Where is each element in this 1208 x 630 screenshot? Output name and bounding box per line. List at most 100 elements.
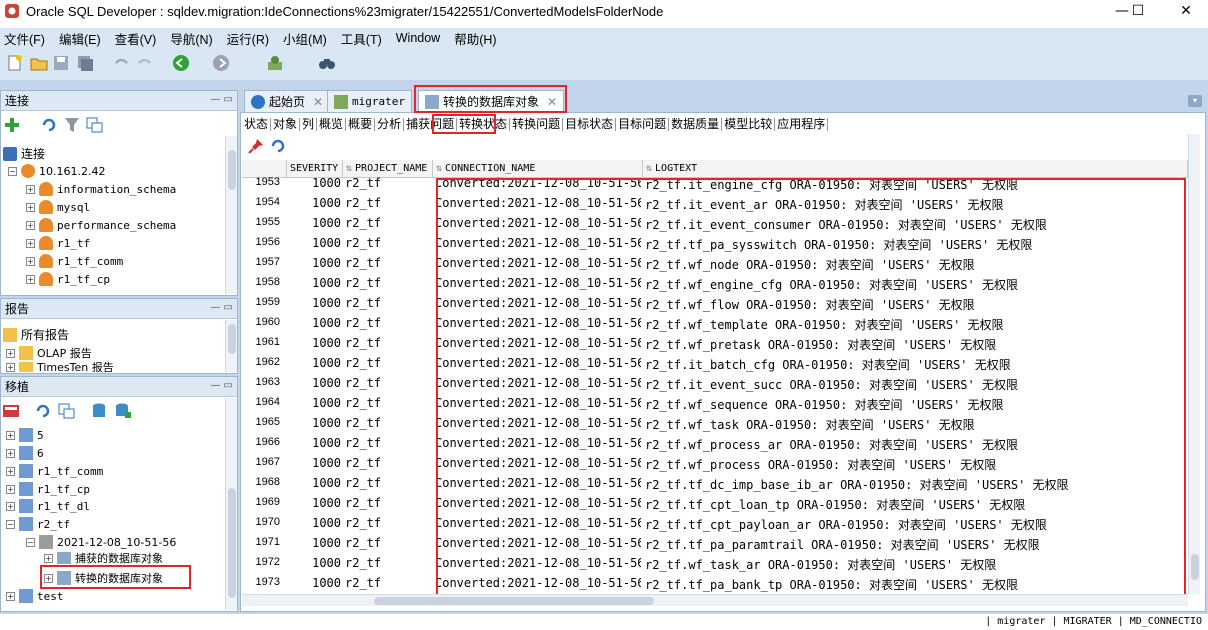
maximize-button[interactable]: ☐ xyxy=(1116,0,1160,22)
project-name-cell[interactable]: r2_tf xyxy=(345,336,431,350)
expand-icon[interactable]: + xyxy=(6,362,15,372)
expand-icon[interactable]: + xyxy=(44,553,53,563)
severity-cell[interactable]: 1000 xyxy=(287,396,341,410)
refresh-icon[interactable] xyxy=(40,116,58,134)
menu-view[interactable]: 查看(V) xyxy=(115,29,157,48)
migration-repo-icon[interactable] xyxy=(2,402,20,420)
severity-cell[interactable]: 1000 xyxy=(287,296,341,310)
row-number-cell[interactable]: 1961 xyxy=(242,336,284,348)
expand-icon[interactable]: + xyxy=(6,348,15,358)
subtab-columns[interactable]: 列 xyxy=(300,117,318,131)
scroll-thumb[interactable] xyxy=(374,597,654,605)
subtab-convert-issues[interactable]: 转换问题 xyxy=(510,117,564,131)
subtab-target-issues[interactable]: 目标问题 xyxy=(616,117,670,131)
subtab-target-status[interactable]: 目标状态 xyxy=(563,117,617,131)
severity-cell[interactable]: 1000 xyxy=(287,176,341,190)
panel-controls-icon[interactable]: — ▭ xyxy=(210,94,233,105)
project-name-cell[interactable]: r2_tf xyxy=(345,256,431,270)
subtab-objects[interactable]: 对象 xyxy=(271,117,301,131)
close-tab-icon[interactable]: ✕ xyxy=(313,95,323,109)
row-number-cell[interactable]: 1967 xyxy=(242,456,284,468)
new-icon[interactable] xyxy=(6,54,24,72)
menu-window[interactable]: Window xyxy=(396,31,440,45)
project-name-cell[interactable]: r2_tf xyxy=(345,236,431,250)
expand-icon[interactable]: + xyxy=(6,448,15,458)
migration-project[interactable]: + test xyxy=(6,589,64,603)
panel-controls-icon[interactable]: — ▭ xyxy=(210,380,233,391)
connections-root[interactable]: 连接 xyxy=(3,145,45,162)
sql-worksheet-icon[interactable] xyxy=(266,54,284,72)
expand-icon[interactable]: + xyxy=(26,238,35,248)
migration-project[interactable]: + r1_tf_dl xyxy=(6,499,90,513)
pin-icon[interactable] xyxy=(248,138,264,154)
row-number-cell[interactable]: 1971 xyxy=(242,536,284,548)
timesten-reports[interactable]: + TimesTen 报告 xyxy=(6,362,114,372)
migration-scrollbar[interactable] xyxy=(225,398,237,610)
project-name-cell[interactable]: r2_tf xyxy=(345,276,431,290)
schema-item[interactable]: + information_schema xyxy=(26,182,176,196)
severity-cell[interactable]: 1000 xyxy=(287,356,341,370)
subtab-summary[interactable]: 概要 xyxy=(346,117,376,131)
row-number-cell[interactable]: 1964 xyxy=(242,396,284,408)
menu-edit[interactable]: 编辑(E) xyxy=(59,29,101,48)
migration-project[interactable]: +6 xyxy=(6,446,44,460)
scroll-thumb[interactable] xyxy=(228,488,236,598)
severity-cell[interactable]: 1000 xyxy=(287,556,341,570)
subtab-model-compare[interactable]: 模型比较 xyxy=(722,117,776,131)
add-database-icon[interactable] xyxy=(114,402,132,420)
project-name-cell[interactable]: r2_tf xyxy=(345,396,431,410)
captured-objects[interactable]: + 捕获的数据库对象 xyxy=(44,552,163,564)
close-button[interactable]: ✕ xyxy=(1164,0,1208,22)
project-name-cell[interactable]: r2_tf xyxy=(345,216,431,230)
project-name-cell[interactable]: r2_tf xyxy=(345,316,431,330)
project-name-cell[interactable]: r2_tf xyxy=(345,436,431,450)
scroll-thumb[interactable] xyxy=(228,324,236,354)
grid-horizontal-scrollbar[interactable] xyxy=(242,594,1188,606)
row-number-cell[interactable]: 1973 xyxy=(242,576,284,588)
subtab-data-quality[interactable]: 数据质量 xyxy=(669,117,723,131)
expand-icon[interactable]: + xyxy=(6,484,15,494)
project-name-cell[interactable]: r2_tf xyxy=(345,536,431,550)
schema-browser-icon[interactable] xyxy=(86,116,104,134)
scroll-thumb[interactable] xyxy=(1191,554,1199,580)
project-name-cell[interactable]: r2_tf xyxy=(345,296,431,310)
migration-project[interactable]: − r2_tf xyxy=(6,517,70,531)
migration-project[interactable]: + r1_tf_comm xyxy=(6,464,103,478)
migration-run[interactable]: −2021-12-08_10-51-56 xyxy=(26,535,176,549)
database-icon[interactable] xyxy=(90,402,108,420)
collapse-icon[interactable]: − xyxy=(6,519,15,529)
collapse-icon[interactable]: − xyxy=(26,537,35,547)
severity-cell[interactable]: 1000 xyxy=(287,456,341,470)
schema-item[interactable]: + r1_tf xyxy=(26,236,90,250)
severity-cell[interactable]: 1000 xyxy=(287,536,341,550)
project-name-cell[interactable]: r2_tf xyxy=(345,576,431,590)
migration-project[interactable]: + r1_tf_cp xyxy=(6,482,90,496)
project-name-cell[interactable]: r2_tf xyxy=(345,516,431,530)
connection-host[interactable]: − 10.161.2.42 xyxy=(8,164,105,178)
back-icon[interactable] xyxy=(172,54,190,72)
open-folder-icon[interactable] xyxy=(30,54,48,72)
row-number-cell[interactable]: 1969 xyxy=(242,496,284,508)
severity-cell[interactable]: 1000 xyxy=(287,336,341,350)
binoculars-icon[interactable] xyxy=(318,54,336,72)
severity-cell[interactable]: 1000 xyxy=(287,476,341,490)
severity-cell[interactable]: 1000 xyxy=(287,216,341,230)
expand-icon[interactable]: + xyxy=(26,256,35,266)
row-number-cell[interactable]: 1956 xyxy=(242,236,284,248)
add-connection-icon[interactable] xyxy=(3,116,21,134)
undo-icon[interactable] xyxy=(112,54,130,72)
subtab-status[interactable]: 状态 xyxy=(242,117,272,131)
severity-cell[interactable]: 1000 xyxy=(287,576,341,590)
severity-cell[interactable]: 1000 xyxy=(287,436,341,450)
olap-reports[interactable]: + OLAP 报告 xyxy=(6,345,92,361)
menu-navigate[interactable]: 导航(N) xyxy=(170,29,212,48)
severity-cell[interactable]: 1000 xyxy=(287,516,341,530)
row-number-cell[interactable]: 1957 xyxy=(242,256,284,268)
row-number-cell[interactable]: 1972 xyxy=(242,556,284,568)
expand-icon[interactable]: + xyxy=(6,501,15,511)
redo-icon[interactable] xyxy=(136,54,154,72)
grid-vertical-scrollbar[interactable] xyxy=(1188,134,1200,594)
project-name-cell[interactable]: r2_tf xyxy=(345,356,431,370)
expand-icon[interactable]: + xyxy=(6,591,15,601)
expand-icon[interactable]: + xyxy=(26,220,35,230)
